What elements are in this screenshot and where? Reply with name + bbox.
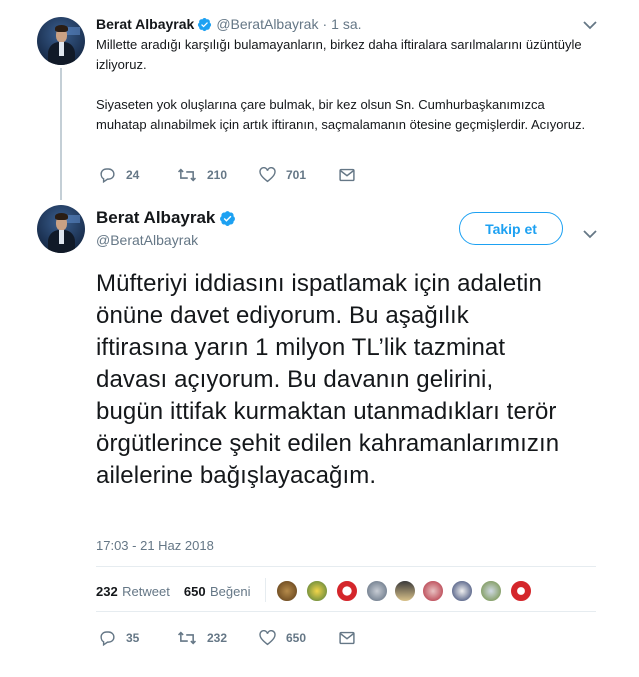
- liker-avatar[interactable]: [480, 580, 502, 602]
- first-tweet-header: Berat Albayrak @BeratAlbayrak · 1 sa.: [96, 15, 362, 33]
- main-tweet-menu-caret[interactable]: [583, 226, 597, 239]
- verified-badge-icon: [220, 210, 236, 226]
- stats-row: 232 Retweet 650 Beğeni: [96, 583, 251, 601]
- reply-icon: [100, 168, 115, 183]
- liker-avatar[interactable]: [336, 580, 358, 602]
- first-tweet-menu-caret[interactable]: [583, 17, 597, 30]
- liker-avatar[interactable]: [394, 580, 416, 602]
- retweet-stat-label: Retweet: [122, 584, 170, 599]
- retweet-count: 232: [207, 631, 228, 645]
- like-stat-label: Beğeni: [210, 584, 251, 599]
- retweet-action[interactable]: 210: [177, 167, 227, 183]
- dm-action[interactable]: [339, 631, 365, 645]
- reply-count: 35: [126, 631, 140, 645]
- main-tweet-timestamp[interactable]: 17:03 - 21 Haz 2018: [96, 538, 214, 553]
- envelope-icon: [339, 631, 355, 645]
- retweet-icon: [177, 168, 197, 182]
- like-count: 650: [286, 631, 307, 645]
- like-count: 701: [286, 168, 307, 182]
- liker-avatar[interactable]: [306, 580, 328, 602]
- first-tweet-actions: 24 210 701: [99, 167, 399, 187]
- first-tweet-display-name[interactable]: Berat Albayrak: [96, 16, 194, 32]
- first-tweet-paragraph-2: Siyaseten yok oluşlarına çare bulmak, bi…: [96, 97, 586, 132]
- stats-divider-top: [96, 566, 596, 567]
- first-tweet-paragraph-1: Millette aradığı karşılığı bulamayanları…: [96, 37, 582, 72]
- main-tweet-display-name[interactable]: Berat Albayrak: [96, 208, 215, 228]
- main-tweet-text: Müfteriyi iddiasını ispatlamak için adal…: [96, 270, 560, 489]
- like-action[interactable]: 650: [259, 630, 306, 646]
- first-tweet-handle[interactable]: @BeratAlbayrak: [216, 16, 318, 32]
- header-separator: ·: [322, 16, 328, 32]
- main-tweet-author: Berat Albayrak @BeratAlbayrak: [96, 208, 236, 248]
- envelope-icon: [339, 168, 355, 182]
- first-tweet-avatar[interactable]: [37, 17, 85, 65]
- retweet-count: 210: [207, 168, 228, 182]
- stats-divider-bottom: [96, 611, 596, 612]
- chevron-down-icon: [583, 21, 597, 30]
- liker-avatar[interactable]: [422, 580, 444, 602]
- reply-action[interactable]: 35: [99, 630, 139, 646]
- liker-avatar[interactable]: [276, 580, 298, 602]
- liker-avatar[interactable]: [366, 580, 388, 602]
- dm-action[interactable]: [339, 168, 365, 182]
- retweet-icon: [177, 631, 197, 645]
- main-tweet-actions: 35 232 650: [99, 630, 399, 650]
- main-tweet-avatar[interactable]: [37, 205, 85, 253]
- chevron-down-icon: [583, 230, 597, 239]
- reply-count: 24: [126, 168, 140, 182]
- like-stat[interactable]: 650 Beğeni: [184, 583, 251, 601]
- liker-avatar[interactable]: [451, 580, 473, 602]
- like-action[interactable]: 701: [259, 167, 306, 183]
- stats-separator: [265, 578, 266, 602]
- verified-badge-icon: [198, 17, 212, 31]
- heart-icon: [259, 167, 276, 183]
- like-stat-count: 650: [183, 584, 206, 599]
- heart-icon: [259, 630, 276, 646]
- retweet-stat[interactable]: 232 Retweet: [96, 583, 170, 601]
- main-tweet-handle[interactable]: @BeratAlbayrak: [96, 232, 236, 248]
- retweet-action[interactable]: 232: [177, 630, 227, 646]
- reply-action[interactable]: 24: [99, 167, 139, 183]
- reply-icon: [100, 631, 115, 646]
- liker-avatar[interactable]: [510, 580, 532, 602]
- follow-button[interactable]: Takip et: [459, 212, 563, 245]
- thread-connector-line: [60, 68, 62, 200]
- first-tweet-time[interactable]: 1 sa.: [331, 16, 361, 32]
- retweet-stat-count: 232: [96, 584, 118, 599]
